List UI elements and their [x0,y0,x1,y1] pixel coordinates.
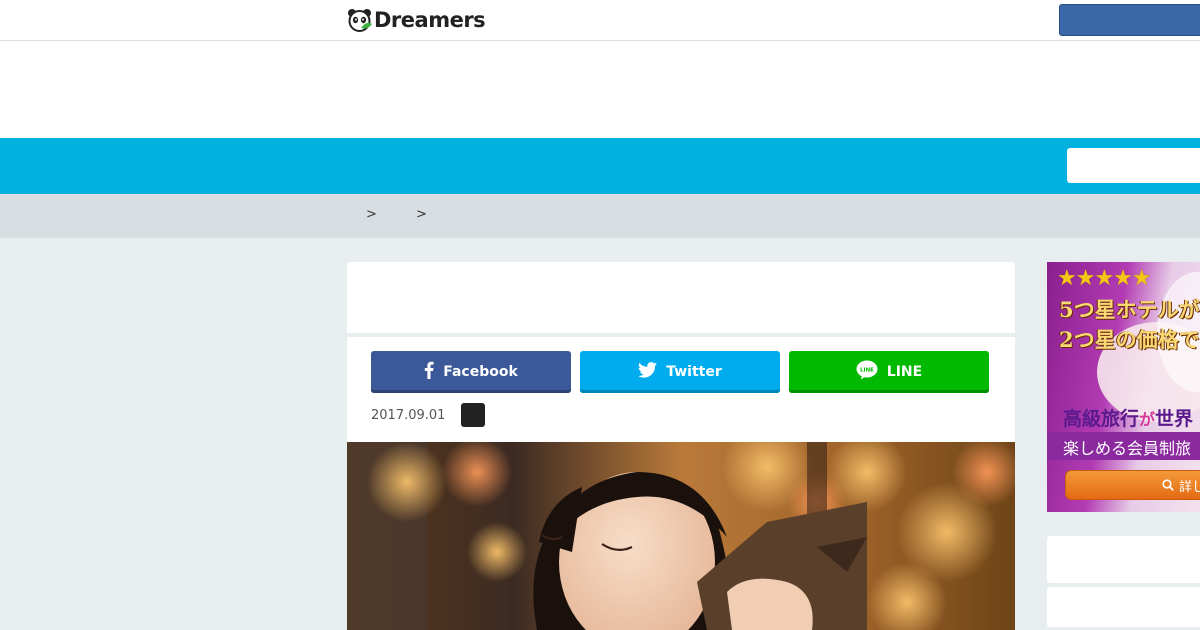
breadcrumb: > > [0,194,1200,238]
facebook-share-button[interactable]: Facebook [371,351,571,393]
breadcrumb-separator: > [416,207,427,222]
facebook-share-label: Facebook [443,364,518,380]
sidebar-widget [1047,536,1200,583]
svg-text:LINE: LINE [860,368,874,374]
facebook-icon [424,361,434,383]
breadcrumb-separator: > [366,207,377,222]
sidebar-ad-banner[interactable]: ★★★★★ 5つ星ホテルが 2つ星の価格で 高級旅行が世界 楽しめる会員制旅 詳… [1047,262,1200,512]
ad-sub-headline: 高級旅行が世界 [1063,404,1193,431]
search-icon [1162,479,1174,491]
share-buttons: Facebook Twitter LINE LINE [371,351,989,393]
site-logo[interactable]: Dreamers [347,6,486,34]
category-badge[interactable] [461,403,486,427]
twitter-share-label: Twitter [666,364,722,380]
twitter-icon [638,362,658,382]
ad-headline-2: 2つ星の価格で [1059,327,1200,352]
line-icon: LINE [856,360,878,384]
ad-tagline: 楽しめる会員制旅 [1047,432,1200,460]
ad-details-button[interactable]: 詳し [1065,470,1200,500]
search-input[interactable] [1067,148,1200,183]
ad-details-label: 詳し [1179,479,1200,495]
line-share-button[interactable]: LINE LINE [789,351,989,393]
article-title-box [347,262,1015,333]
ad-sub-headline-main: 高級旅行 [1063,408,1140,430]
site-header: Dreamers [0,0,1200,41]
logo-text: Dreamers [374,8,486,32]
rating-stars-icon: ★★★★★ [1057,266,1152,291]
panda-icon [347,8,373,32]
ad-sub-headline-particle: が [1139,410,1156,429]
article-body: Facebook Twitter LINE LINE 2017.09.01 [347,337,1015,630]
top-ad-area [0,41,1200,138]
publish-date: 2017.09.01 [371,407,446,423]
main-nav-bar [0,138,1200,194]
ad-headline-1: 5つ星ホテルが [1059,297,1200,322]
twitter-share-button[interactable]: Twitter [580,351,780,393]
ad-sub-headline-tail: 世界 [1155,408,1194,430]
header-action-button[interactable] [1059,4,1200,36]
line-share-label: LINE [886,364,923,380]
sidebar-widget [1047,587,1200,627]
article-hero-image [347,442,1015,630]
article-meta: 2017.09.01 [371,403,486,427]
